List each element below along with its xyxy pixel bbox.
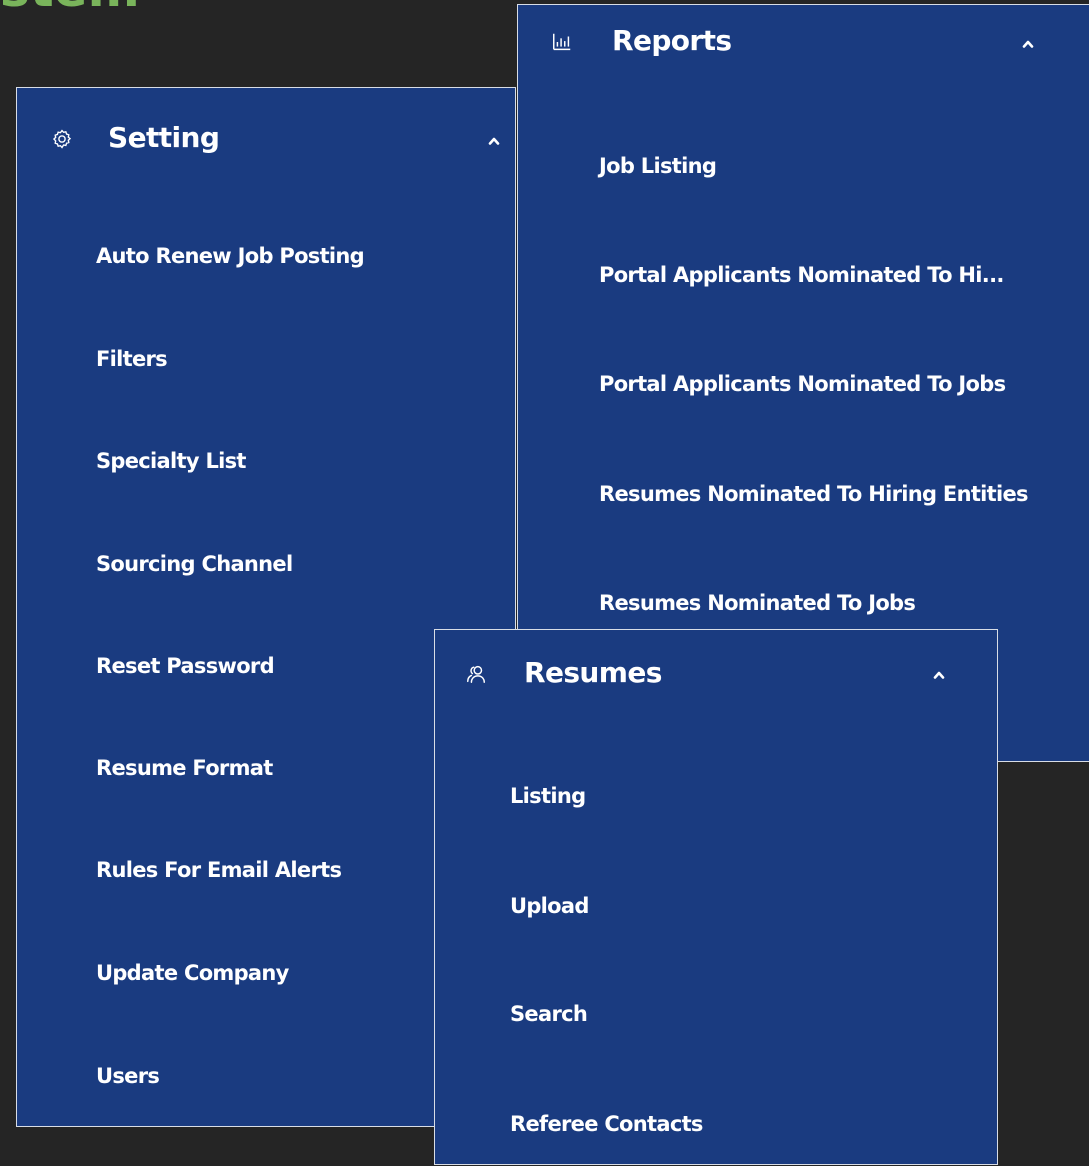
resumes-item-listing[interactable]: Listing <box>510 786 586 807</box>
setting-item-resume-format[interactable]: Resume Format <box>96 758 273 779</box>
users-icon <box>467 665 485 683</box>
gear-icon <box>52 129 72 149</box>
setting-item-reset-password[interactable]: Reset Password <box>96 656 275 677</box>
setting-item-rules-for-email-alerts[interactable]: Rules For Email Alerts <box>96 860 342 881</box>
reports-item-resumes-hiring-entities[interactable]: Resumes Nominated To Hiring Entities <box>599 484 1029 505</box>
resumes-item-search[interactable]: Search <box>510 1004 588 1025</box>
resumes-menu-title: Resumes <box>524 656 662 689</box>
reports-menu-title: Reports <box>612 24 732 57</box>
reports-item-portal-applicants-jobs[interactable]: Portal Applicants Nominated To Jobs <box>599 374 1006 395</box>
resumes-menu-header[interactable]: Resumes <box>435 630 997 710</box>
setting-item-auto-renew-job-posting[interactable]: Auto Renew Job Posting <box>96 246 365 267</box>
setting-item-users[interactable]: Users <box>96 1066 160 1087</box>
resumes-item-referee-contacts[interactable]: Referee Contacts <box>510 1114 703 1135</box>
resumes-item-upload[interactable]: Upload <box>510 896 589 917</box>
reports-item-portal-applicants-hiring[interactable]: Portal Applicants Nominated To Hi... <box>599 265 1004 286</box>
bar-chart-icon <box>553 33 571 51</box>
reports-item-job-listing[interactable]: Job Listing <box>599 156 717 177</box>
setting-item-sourcing-channel[interactable]: Sourcing Channel <box>96 554 293 575</box>
chevron-up-icon[interactable] <box>1021 39 1035 49</box>
setting-item-filters[interactable]: Filters <box>96 349 168 370</box>
chevron-up-icon[interactable] <box>932 670 946 680</box>
setting-menu-header[interactable]: Setting <box>17 88 515 198</box>
resumes-menu-panel: Resumes Listing Upload Search Referee Co… <box>434 629 998 1165</box>
reports-menu-header[interactable]: Reports <box>518 5 1089 85</box>
setting-menu-title: Setting <box>108 121 220 154</box>
setting-item-specialty-list[interactable]: Specialty List <box>96 451 246 472</box>
chevron-up-icon[interactable] <box>487 136 501 146</box>
setting-item-update-company[interactable]: Update Company <box>96 963 289 984</box>
reports-item-resumes-jobs[interactable]: Resumes Nominated To Jobs <box>599 593 916 614</box>
background-heading: stem <box>0 0 140 14</box>
